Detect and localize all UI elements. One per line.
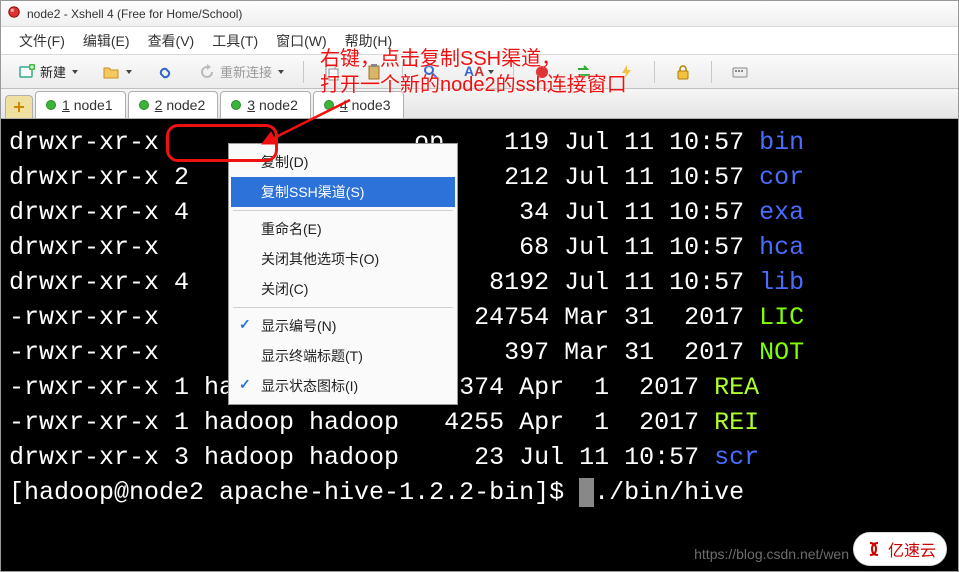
menu-view[interactable]: 查看(V) xyxy=(148,31,195,51)
menu-show-terminal-title[interactable]: 显示终端标题(T) xyxy=(231,341,455,371)
folder-open-icon xyxy=(102,63,120,81)
tab-label: 2 node2 xyxy=(155,97,206,113)
keyboard-icon xyxy=(731,63,749,81)
reconnect-label: 重新连接 xyxy=(220,62,272,81)
tab-context-menu: 复制(D) 复制SSH渠道(S) 重命名(E) 关闭其他选项卡(O) 关闭(C)… xyxy=(228,143,458,405)
status-icon xyxy=(139,100,149,110)
separator xyxy=(711,61,712,83)
separator xyxy=(303,61,304,83)
menu-copy-ssh-channel[interactable]: 复制SSH渠道(S) xyxy=(231,177,455,207)
menu-separator xyxy=(233,307,453,308)
check-icon: ✓ xyxy=(239,376,251,393)
brand-icon xyxy=(864,539,884,559)
open-button[interactable] xyxy=(95,59,139,85)
reconnect-icon xyxy=(198,63,216,81)
menu-file[interactable]: 文件(F) xyxy=(19,31,65,51)
new-session-icon xyxy=(18,63,36,81)
keyboard-button[interactable] xyxy=(724,59,756,85)
check-icon: ✓ xyxy=(239,316,251,333)
plus-icon xyxy=(12,100,26,114)
watermark: https://blog.csdn.net/wen xyxy=(694,546,849,562)
link-icon xyxy=(156,63,174,81)
menu-rename[interactable]: 重命名(E) xyxy=(231,214,455,244)
menu-close-other-tabs[interactable]: 关闭其他选项卡(O) xyxy=(231,244,455,274)
annotation-text: 右键，点击复制SSH渠道， 打开一个新的node2的ssh连接窗口 xyxy=(320,46,627,98)
tab-node1[interactable]: 1 node1 xyxy=(35,91,126,118)
menu-tools[interactable]: 工具(T) xyxy=(212,31,258,51)
menu-show-status-icon[interactable]: ✓显示状态图标(I) xyxy=(231,371,455,401)
new-button-label: 新建 xyxy=(40,62,66,81)
brand-label: 亿速云 xyxy=(888,537,936,561)
lock-icon xyxy=(674,63,692,81)
brand-badge: 亿速云 xyxy=(853,532,947,566)
status-icon xyxy=(231,100,241,110)
dropdown-icon xyxy=(126,70,132,74)
tab-label: 1 node1 xyxy=(62,97,113,113)
dropdown-icon xyxy=(72,70,78,74)
add-tab-button[interactable] xyxy=(5,95,33,118)
tab-label: 3 node2 xyxy=(247,97,298,113)
status-icon xyxy=(46,100,56,110)
lock-button[interactable] xyxy=(667,59,699,85)
link-button[interactable] xyxy=(149,59,181,85)
terminal[interactable]: drwxr-xr-x op 119 Jul 11 10:57 bin drwxr… xyxy=(1,119,958,571)
titlebar: node2 - Xshell 4 (Free for Home/School) xyxy=(1,1,958,27)
menu-close[interactable]: 关闭(C) xyxy=(231,274,455,304)
tab-node2-2[interactable]: 3 node2 xyxy=(220,91,311,118)
reconnect-button[interactable]: 重新连接 xyxy=(191,58,291,85)
menu-separator xyxy=(233,210,453,211)
tab-node2-active[interactable]: 2 node2 xyxy=(128,91,219,118)
menu-show-number[interactable]: ✓显示编号(N) xyxy=(231,311,455,341)
window-title: node2 - Xshell 4 (Free for Home/School) xyxy=(27,7,242,21)
separator xyxy=(654,61,655,83)
app-icon xyxy=(7,5,21,22)
status-icon xyxy=(324,100,334,110)
new-button[interactable]: 新建 xyxy=(11,58,85,85)
dropdown-icon xyxy=(278,70,284,74)
tab-label: 4 node3 xyxy=(340,97,391,113)
menu-edit[interactable]: 编辑(E) xyxy=(83,31,130,51)
menu-copy[interactable]: 复制(D) xyxy=(231,147,455,177)
